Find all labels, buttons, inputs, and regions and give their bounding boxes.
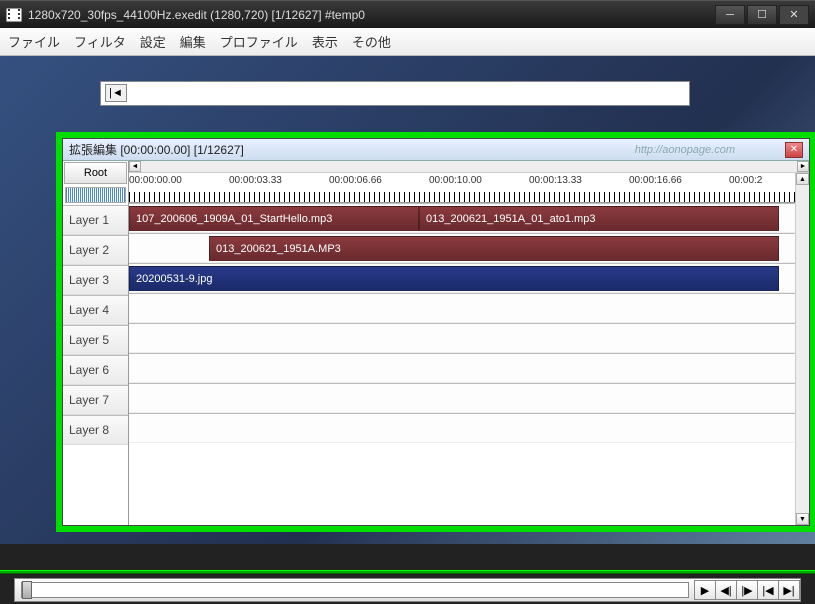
ruler-tick-1: 00:00:03.33 (229, 175, 282, 186)
window-buttons: ─ ☐ ✕ (715, 5, 809, 25)
preview-frame (100, 81, 690, 106)
root-button[interactable]: Root (64, 162, 127, 184)
rewind-to-start-button[interactable]: |◄ (105, 84, 127, 102)
content-area: |◄ 拡張編集 [00:00:00.00] [1/12627] http://a… (0, 56, 815, 544)
timeline-tracks-area: ◄ ► 00:00:00.00 00:00:03.33 00:00:06.66 … (129, 161, 809, 525)
layer-label-6[interactable]: Layer 6 (63, 355, 128, 385)
menu-file[interactable]: ファイル (8, 32, 60, 51)
playback-controls: ▶ ◀| |▶ |◀ ▶| (14, 578, 801, 602)
timeline-left-panel: Root Layer 1 Layer 2 Layer 3 Layer 4 Lay… (63, 161, 129, 525)
menu-profile[interactable]: プロファイル (220, 32, 298, 51)
seekbar[interactable] (21, 582, 689, 598)
layer-label-5[interactable]: Layer 5 (63, 325, 128, 355)
track-8[interactable] (129, 413, 809, 443)
scroll-left-icon[interactable]: ◄ (129, 161, 141, 172)
ruler-ticks (129, 192, 809, 202)
scroll-right-icon[interactable]: ► (797, 161, 809, 172)
film-icon (6, 8, 22, 22)
ruler-tick-0: 00:00:00.00 (129, 175, 182, 186)
watermark-text: http://aonopage.com (635, 144, 735, 156)
layer-label-4[interactable]: Layer 4 (63, 295, 128, 325)
zoom-gauge[interactable] (65, 187, 126, 203)
menu-settings[interactable]: 設定 (140, 32, 166, 51)
ruler-tick-2: 00:00:06.66 (329, 175, 382, 186)
timeline-body: Root Layer 1 Layer 2 Layer 3 Layer 4 Lay… (63, 161, 809, 525)
go-end-button[interactable]: ▶| (778, 580, 800, 600)
timeline-title: 拡張編集 [00:00:00.00] [1/12627] (69, 141, 635, 158)
timeline-window: 拡張編集 [00:00:00.00] [1/12627] http://aono… (62, 138, 810, 526)
clip-audio-1[interactable]: 107_200606_1909A_01_StartHello.mp3 (129, 206, 419, 231)
scroll-down-icon[interactable]: ▼ (796, 513, 809, 525)
vertical-scrollbar[interactable]: ▲ ▼ (795, 173, 809, 525)
bottom-bar: ▶ ◀| |▶ |◀ ▶| (0, 544, 815, 604)
layer-label-7[interactable]: Layer 7 (63, 385, 128, 415)
time-ruler[interactable]: 00:00:00.00 00:00:03.33 00:00:06.66 00:0… (129, 173, 809, 203)
go-start-button[interactable]: |◀ (757, 580, 779, 600)
track-2[interactable]: 013_200621_1951A.MP3 (129, 233, 809, 263)
play-button[interactable]: ▶ (694, 580, 716, 600)
maximize-button[interactable]: ☐ (747, 5, 777, 25)
menu-view[interactable]: 表示 (312, 32, 338, 51)
seekbar-thumb[interactable] (22, 581, 32, 599)
layer-label-3[interactable]: Layer 3 (63, 265, 128, 295)
menu-filter[interactable]: フィルタ (74, 32, 126, 51)
window-title: 1280x720_30fps_44100Hz.exedit (1280,720)… (28, 8, 715, 22)
track-7[interactable] (129, 383, 809, 413)
titlebar[interactable]: 1280x720_30fps_44100Hz.exedit (1280,720)… (0, 0, 815, 28)
menu-other[interactable]: その他 (352, 32, 391, 51)
layer-label-2[interactable]: Layer 2 (63, 235, 128, 265)
timeline-titlebar[interactable]: 拡張編集 [00:00:00.00] [1/12627] http://aono… (63, 139, 809, 161)
layer-label-1[interactable]: Layer 1 (63, 205, 128, 235)
layer-label-8[interactable]: Layer 8 (63, 415, 128, 445)
scroll-up-icon[interactable]: ▲ (796, 173, 809, 185)
seek-track-line (0, 570, 815, 574)
track-1[interactable]: 107_200606_1909A_01_StartHello.mp3 013_2… (129, 203, 809, 233)
ruler-tick-6: 00:00:2 (729, 175, 762, 186)
horizontal-scrollbar[interactable]: ◄ ► (129, 161, 809, 173)
close-button[interactable]: ✕ (779, 5, 809, 25)
track-6[interactable] (129, 353, 809, 383)
clip-image-1[interactable]: 20200531-9.jpg (129, 266, 779, 291)
ruler-tick-3: 00:00:10.00 (429, 175, 482, 186)
menu-edit[interactable]: 編集 (180, 32, 206, 51)
step-forward-button[interactable]: |▶ (736, 580, 758, 600)
timeline-close-button[interactable]: ✕ (785, 142, 803, 158)
ruler-tick-4: 00:00:13.33 (529, 175, 582, 186)
highlight-frame: 拡張編集 [00:00:00.00] [1/12627] http://aono… (56, 132, 815, 532)
track-3[interactable]: 20200531-9.jpg (129, 263, 809, 293)
ruler-tick-5: 00:00:16.66 (629, 175, 682, 186)
clip-audio-3[interactable]: 013_200621_1951A.MP3 (209, 236, 779, 261)
minimize-button[interactable]: ─ (715, 5, 745, 25)
track-5[interactable] (129, 323, 809, 353)
clip-audio-2[interactable]: 013_200621_1951A_01_ato1.mp3 (419, 206, 779, 231)
app-window: 1280x720_30fps_44100Hz.exedit (1280,720)… (0, 0, 815, 604)
menubar: ファイル フィルタ 設定 編集 プロファイル 表示 その他 (0, 28, 815, 56)
step-back-button[interactable]: ◀| (715, 580, 737, 600)
track-4[interactable] (129, 293, 809, 323)
